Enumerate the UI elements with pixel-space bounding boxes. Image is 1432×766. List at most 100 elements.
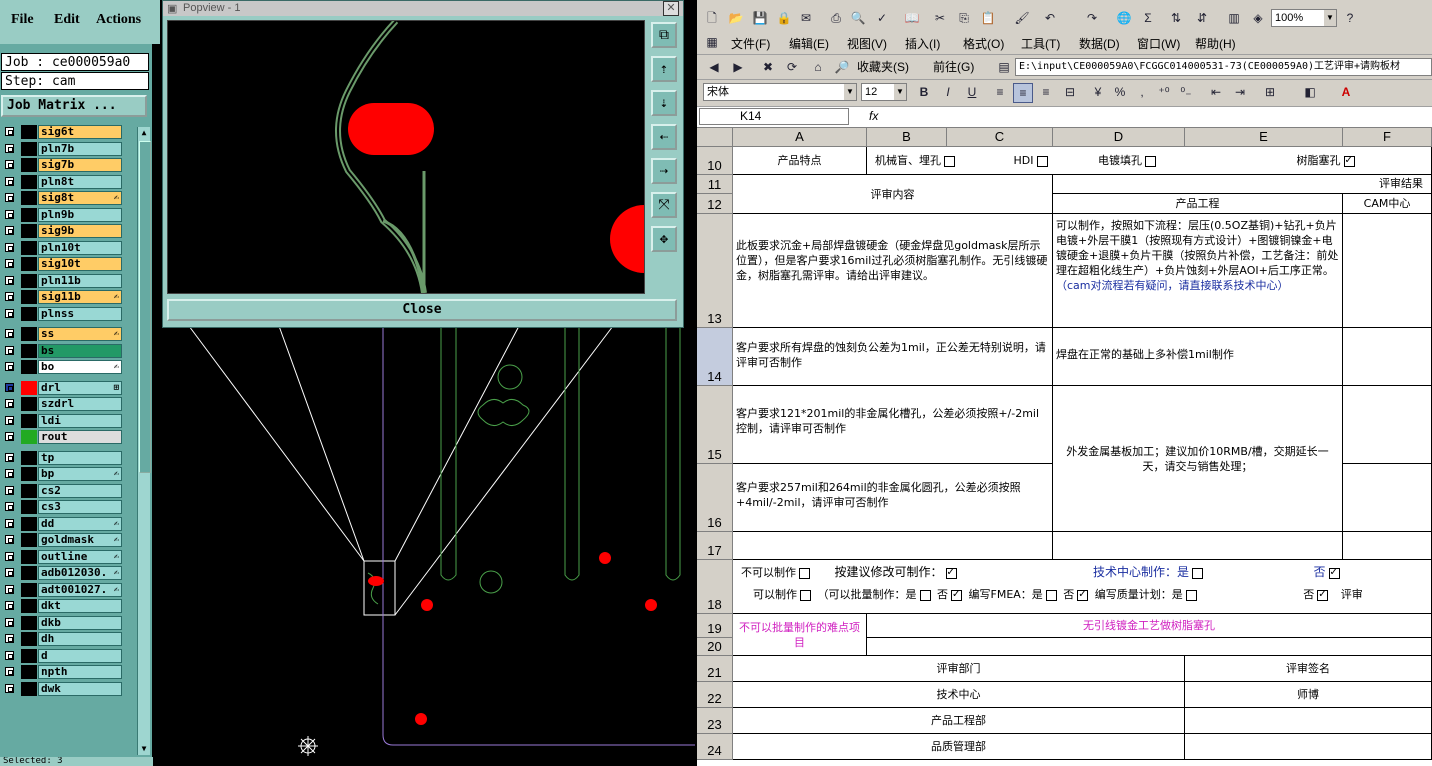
layer-row[interactable]: sig10t bbox=[2, 257, 124, 272]
layer-color-swatch[interactable] bbox=[21, 174, 37, 189]
layer-checkbox[interactable] bbox=[5, 143, 14, 153]
close-icon[interactable]: ✕ bbox=[663, 1, 679, 16]
print-icon[interactable]: ⎙ bbox=[827, 9, 845, 27]
comma-style-icon[interactable]: , bbox=[1133, 83, 1151, 101]
cam-center-header[interactable]: CAM中心 bbox=[1343, 194, 1432, 214]
sign-tech-center[interactable]: 师博 bbox=[1185, 682, 1432, 708]
paste-icon[interactable]: 📋 bbox=[979, 9, 997, 27]
layer-color-swatch[interactable] bbox=[21, 467, 37, 481]
fmea-yes-checkbox[interactable] bbox=[1045, 589, 1057, 601]
layer-row[interactable]: pln7b bbox=[2, 141, 124, 157]
zoom-in-icon[interactable]: ⤧ bbox=[651, 192, 677, 218]
layer-checkbox[interactable] bbox=[5, 551, 14, 561]
layer-name-dd[interactable]: dd ✍ bbox=[38, 516, 122, 531]
layer-row[interactable]: cs2 bbox=[2, 483, 124, 499]
layer-name-rout[interactable]: rout bbox=[38, 430, 122, 444]
row-header[interactable]: 11 bbox=[697, 175, 733, 194]
layer-checkbox[interactable] bbox=[5, 176, 14, 186]
layer-name-cs2[interactable]: cs2 bbox=[38, 483, 122, 498]
cell-d17[interactable] bbox=[1053, 532, 1343, 560]
copy-icon[interactable]: ⎘ bbox=[955, 9, 973, 27]
merge-center-icon[interactable]: ⊟ bbox=[1061, 83, 1079, 101]
layer-name-sig10t[interactable]: sig10t bbox=[38, 257, 122, 271]
save-icon[interactable]: 💾 bbox=[751, 9, 769, 27]
sign-quality[interactable] bbox=[1185, 734, 1432, 760]
sign-product-eng[interactable] bbox=[1185, 708, 1432, 734]
layer-checkbox[interactable] bbox=[5, 160, 14, 169]
pan-right-icon[interactable]: ⇢ bbox=[651, 158, 677, 184]
layer-name-dkb[interactable]: dkb bbox=[38, 615, 122, 630]
chart-wizard-icon[interactable]: ▥ bbox=[1225, 9, 1243, 27]
pan-down-icon[interactable]: ⇣ bbox=[651, 90, 677, 116]
fx-icon[interactable]: fx bbox=[869, 109, 878, 123]
layer-row[interactable]: rout bbox=[2, 430, 124, 445]
layer-name-pln11b[interactable]: pln11b bbox=[38, 273, 122, 288]
align-center-icon[interactable]: ≡ bbox=[1013, 83, 1033, 103]
cell-a13[interactable]: 此板要求沉金+局部焊盘镀硬金（硬金焊盘见goldmask层所示位置），但是客户要… bbox=[733, 214, 1053, 328]
layer-row[interactable]: pln10t bbox=[2, 240, 124, 256]
layer-row[interactable]: sig8t ✍ bbox=[2, 191, 124, 206]
layer-color-swatch[interactable] bbox=[21, 549, 37, 564]
layer-checkbox[interactable] bbox=[5, 502, 14, 511]
layer-row[interactable]: drl ⊞ bbox=[2, 380, 124, 396]
drawing-icon[interactable]: ◈ bbox=[1249, 9, 1267, 27]
layer-color-swatch[interactable] bbox=[21, 413, 37, 428]
layer-name-pln8t[interactable]: pln8t bbox=[38, 174, 122, 189]
back-icon[interactable]: ◀ bbox=[705, 58, 723, 76]
hyperlink-icon[interactable]: 🌐 bbox=[1115, 9, 1133, 27]
layer-name-sig11b[interactable]: sig11b ✍ bbox=[38, 290, 122, 304]
layer-checkbox[interactable] bbox=[5, 584, 14, 594]
layer-color-swatch[interactable] bbox=[21, 665, 37, 679]
layer-name-adt001027.[interactable]: adt001027. ✍ bbox=[38, 582, 122, 597]
menu-actions[interactable]: Actions bbox=[96, 12, 141, 28]
layer-row[interactable]: dh bbox=[2, 632, 124, 647]
layer-color-swatch[interactable] bbox=[21, 632, 37, 646]
zoom-out-icon[interactable]: ✥ bbox=[651, 226, 677, 252]
layer-color-swatch[interactable] bbox=[21, 500, 37, 514]
layer-color-swatch[interactable] bbox=[21, 343, 37, 358]
print-preview-icon[interactable]: 🔍 bbox=[849, 9, 867, 27]
scroll-down-icon[interactable]: ▼ bbox=[138, 743, 150, 755]
popview-titlebar[interactable]: ▣ Popview - 1 ✕ bbox=[163, 1, 683, 16]
layer-color-swatch[interactable] bbox=[21, 483, 37, 498]
review-result-header[interactable]: 评审结果 bbox=[1053, 175, 1432, 194]
layer-name-d[interactable]: d bbox=[38, 648, 122, 663]
layer-checkbox[interactable] bbox=[5, 683, 14, 693]
cell-b10[interactable]: 机械盲、埋孔 HDI 电镀填孔 树脂塞孔 bbox=[867, 147, 1432, 175]
tech-center-yes-checkbox[interactable] bbox=[1192, 567, 1204, 579]
cell-a10[interactable]: 产品特点 bbox=[733, 147, 867, 175]
layer-color-swatch[interactable] bbox=[21, 240, 37, 255]
dept-product-eng[interactable]: 产品工程部 bbox=[733, 708, 1185, 734]
layer-row[interactable]: dwk bbox=[2, 681, 124, 697]
layer-checkbox[interactable] bbox=[5, 362, 14, 371]
layer-color-swatch[interactable] bbox=[21, 306, 37, 321]
suggest-checkbox[interactable] bbox=[945, 565, 957, 580]
fill-color-icon[interactable]: ◧ bbox=[1301, 83, 1319, 101]
cell-f17[interactable] bbox=[1343, 532, 1432, 560]
menu-file[interactable]: File bbox=[11, 12, 34, 28]
tech-center-no-checkbox[interactable] bbox=[1328, 565, 1340, 580]
menu-tools-cn[interactable]: 工具(T) bbox=[1021, 35, 1060, 52]
layer-name-pln9b[interactable]: pln9b bbox=[38, 207, 122, 222]
layer-name-outline[interactable]: outline ✍ bbox=[38, 549, 122, 564]
layer-row[interactable]: pln9b bbox=[2, 207, 124, 223]
layer-row[interactable]: pln8t bbox=[2, 174, 124, 190]
layer-checkbox[interactable] bbox=[5, 275, 14, 285]
cell-a16[interactable]: 客户要求257mil和264mil的非金属化圆孔，公差必须按照+4mil/-2m… bbox=[733, 464, 1053, 532]
increase-decimal-icon[interactable]: ⁺⁰ bbox=[1155, 83, 1173, 101]
layer-row[interactable]: bp ✍ bbox=[2, 467, 124, 482]
resin-plug-checkbox[interactable] bbox=[1343, 153, 1355, 168]
layer-row[interactable]: szdrl bbox=[2, 397, 124, 412]
layer-color-swatch[interactable] bbox=[21, 599, 37, 613]
layer-color-swatch[interactable] bbox=[21, 615, 37, 630]
research-icon[interactable]: 📖 bbox=[903, 9, 921, 27]
layer-name-dh[interactable]: dh bbox=[38, 632, 122, 646]
borders-icon[interactable]: ⊞ bbox=[1261, 83, 1279, 101]
review-content-header[interactable]: 评审内容 bbox=[733, 175, 1053, 214]
layer-name-pln7b[interactable]: pln7b bbox=[38, 141, 122, 156]
underline-icon[interactable]: U bbox=[963, 83, 981, 101]
cell-a18[interactable]: 不可以制作 按建议修改可制作： 技术中心制作：是 否 可以制作 （可以批量制作：… bbox=[733, 560, 1432, 614]
increase-indent-icon[interactable]: ⇥ bbox=[1231, 83, 1249, 101]
sort-asc-icon[interactable]: ⇅ bbox=[1167, 9, 1185, 27]
layer-checkbox[interactable] bbox=[5, 650, 14, 660]
